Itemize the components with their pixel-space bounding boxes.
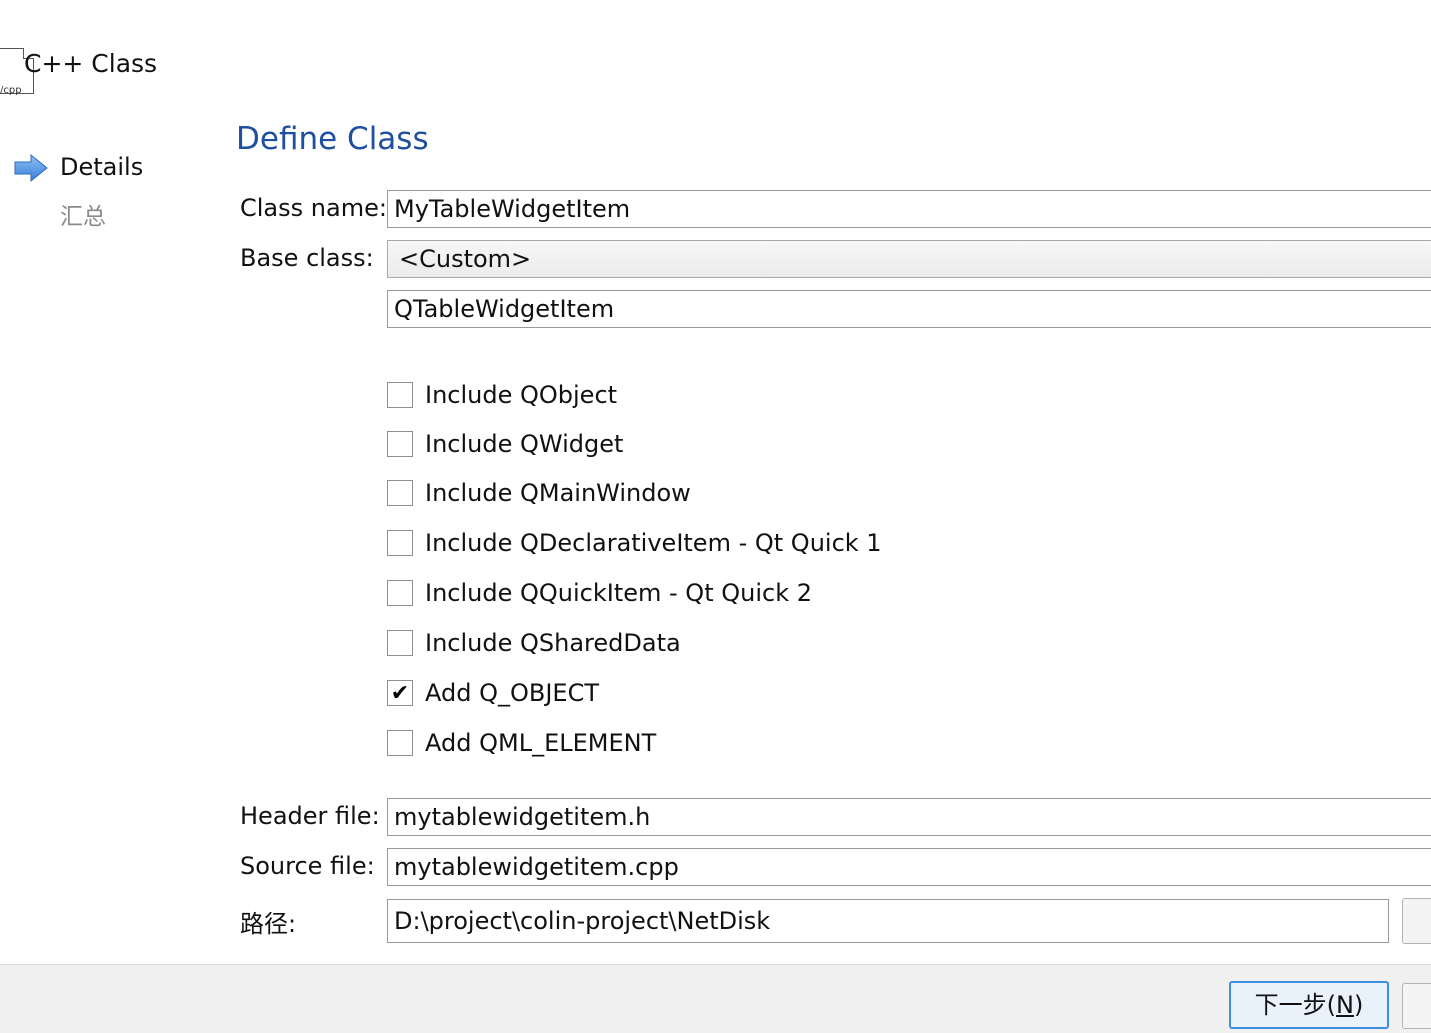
checkbox-label: Include QDeclarativeItem - Qt Quick 1 bbox=[425, 529, 882, 557]
checkbox-box[interactable] bbox=[387, 730, 413, 756]
path-input[interactable]: D:\project\colin-project\NetDisk bbox=[387, 899, 1389, 943]
checkmark-icon: ✔ bbox=[390, 680, 410, 706]
next-button[interactable]: 下一步(N) bbox=[1229, 981, 1389, 1029]
checkbox-label: Add Q_OBJECT bbox=[425, 679, 599, 707]
step-arrow-icon bbox=[14, 153, 48, 183]
header-file-label: Header file: bbox=[240, 802, 380, 830]
checkbox-label: Include QWidget bbox=[425, 430, 624, 458]
wizard-title: C++ Class bbox=[24, 49, 158, 78]
checkbox-box[interactable] bbox=[387, 530, 413, 556]
page-heading: Define Class bbox=[236, 121, 429, 157]
finish-button[interactable] bbox=[1402, 983, 1431, 1029]
step-summary: 汇总 bbox=[60, 204, 106, 230]
wizard-footer bbox=[0, 964, 1431, 1033]
checkbox-box[interactable] bbox=[387, 580, 413, 606]
checkbox-box[interactable] bbox=[387, 431, 413, 457]
include-qmainwindow-checkbox[interactable]: Include QMainWindow bbox=[387, 478, 691, 508]
checkbox-box[interactable] bbox=[387, 480, 413, 506]
next-suffix: ) bbox=[1353, 991, 1364, 1019]
include-qquickitem-checkbox[interactable]: Include QQuickItem - Qt Quick 2 bbox=[387, 578, 812, 608]
custom-base-class-input[interactable]: QTableWidgetItem bbox=[387, 290, 1431, 328]
base-class-label: Base class: bbox=[240, 244, 374, 272]
step-details: Details bbox=[60, 153, 144, 181]
base-class-combobox[interactable]: <Custom> bbox=[387, 240, 1431, 278]
checkbox-label: Add QML_ELEMENT bbox=[425, 729, 657, 757]
checkbox-box-checked[interactable]: ✔ bbox=[387, 680, 413, 706]
include-qshareddata-checkbox[interactable]: Include QSharedData bbox=[387, 628, 681, 658]
checkbox-box[interactable] bbox=[387, 630, 413, 656]
include-qwidget-checkbox[interactable]: Include QWidget bbox=[387, 429, 623, 459]
checkbox-label: Include QObject bbox=[425, 381, 618, 409]
header-file-input[interactable]: mytablewidgetitem.h bbox=[387, 798, 1431, 836]
include-qdeclarativeitem-checkbox[interactable]: Include QDeclarativeItem - Qt Quick 1 bbox=[387, 528, 882, 558]
source-file-label: Source file: bbox=[240, 852, 375, 880]
next-mnemonic: N bbox=[1336, 991, 1354, 1019]
add-q-object-checkbox[interactable]: ✔ Add Q_OBJECT bbox=[387, 678, 599, 708]
checkbox-label: Include QMainWindow bbox=[425, 479, 691, 507]
source-file-input[interactable]: mytablewidgetitem.cpp bbox=[387, 848, 1431, 886]
next-label: 下一步( bbox=[1254, 991, 1337, 1019]
checkbox-box[interactable] bbox=[387, 382, 413, 408]
checkbox-label: Include QSharedData bbox=[425, 629, 681, 657]
class-name-label: Class name: bbox=[240, 194, 387, 222]
path-label: 路径: bbox=[240, 910, 297, 938]
checkbox-label: Include QQuickItem - Qt Quick 2 bbox=[425, 579, 812, 607]
add-qml-element-checkbox[interactable]: Add QML_ELEMENT bbox=[387, 728, 656, 758]
include-qobject-checkbox[interactable]: Include QObject bbox=[387, 380, 617, 410]
browse-button[interactable] bbox=[1402, 898, 1431, 944]
class-name-input[interactable]: MyTableWidgetItem bbox=[387, 190, 1431, 228]
